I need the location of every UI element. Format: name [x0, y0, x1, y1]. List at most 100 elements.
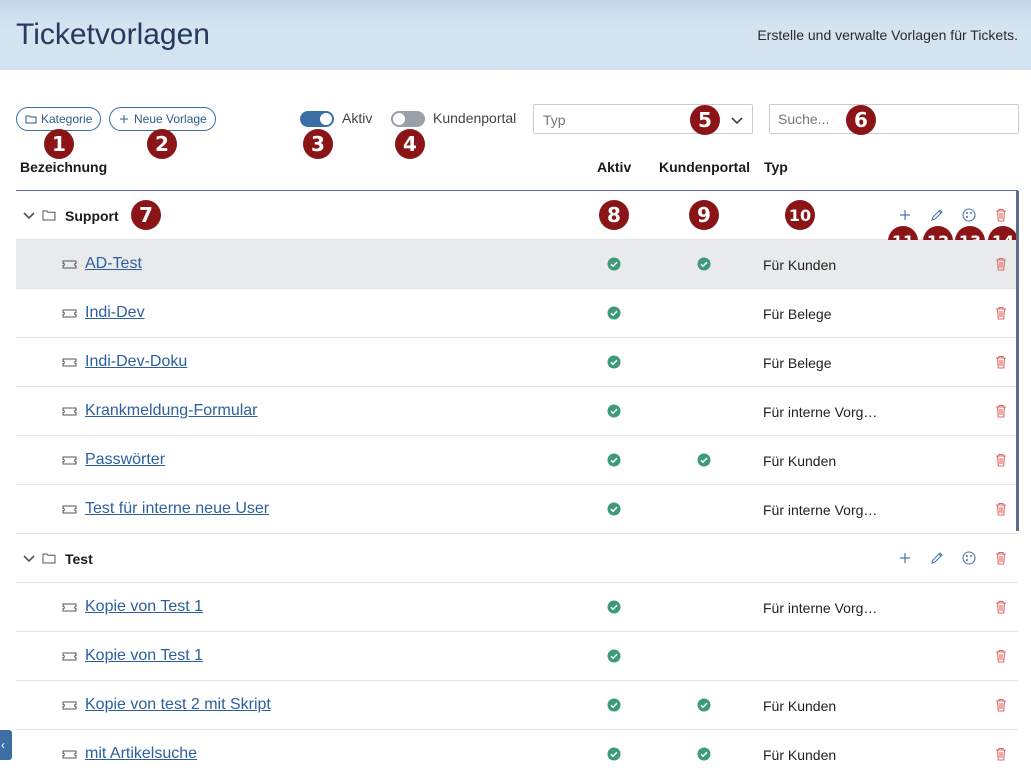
- search-input[interactable]: [769, 104, 1019, 134]
- neue-vorlage-button[interactable]: Neue Vorlage: [109, 107, 216, 131]
- trash-icon[interactable]: [993, 354, 1009, 370]
- trash-icon[interactable]: [993, 305, 1009, 321]
- aktiv-toggle-label: Aktiv: [342, 110, 373, 126]
- column-header-typ[interactable]: Typ: [764, 159, 788, 175]
- trash-icon[interactable]: [993, 697, 1009, 713]
- ticket-icon: [62, 652, 77, 661]
- toggle-knob: [393, 113, 405, 125]
- trash-icon[interactable]: [993, 599, 1009, 615]
- group-name: Test: [65, 551, 93, 567]
- ticket-icon: [62, 505, 77, 514]
- check-circle-icon: [697, 453, 711, 467]
- template-typ: Für Kunden: [763, 257, 837, 273]
- chevron-down-icon[interactable]: [22, 552, 36, 566]
- check-circle-icon: [697, 257, 711, 271]
- column-header-aktiv[interactable]: Aktiv: [597, 159, 631, 175]
- template-typ: Für Belege: [763, 355, 832, 371]
- check-circle-icon: [607, 747, 621, 761]
- column-header-kundenportal[interactable]: Kundenportal: [659, 159, 750, 175]
- add-template-icon[interactable]: [897, 550, 913, 566]
- template-typ: Für Kunden: [763, 698, 837, 714]
- template-row[interactable]: Passwörter Für Kunden: [16, 436, 1018, 485]
- folder-icon: [42, 553, 56, 564]
- page-subtitle: Erstelle und verwalte Vorlagen für Ticke…: [757, 27, 1018, 43]
- template-link[interactable]: AD-Test: [85, 255, 142, 273]
- trash-icon[interactable]: [993, 501, 1009, 517]
- template-row[interactable]: Krankmeldung-Formular Für interne Vorg…: [16, 387, 1018, 436]
- template-link[interactable]: Passwörter: [85, 451, 165, 469]
- template-link[interactable]: mit Artikelsuche: [85, 745, 197, 763]
- check-circle-icon: [607, 649, 621, 663]
- palette-icon[interactable]: [961, 207, 977, 223]
- template-link[interactable]: Kopie von Test 1: [85, 598, 203, 616]
- edit-pencil-icon[interactable]: [929, 207, 945, 223]
- palette-icon[interactable]: [961, 550, 977, 566]
- template-link[interactable]: Krankmeldung-Formular: [85, 402, 258, 420]
- typ-select-placeholder: Typ: [543, 112, 566, 128]
- chevron-down-icon[interactable]: [22, 209, 36, 223]
- check-circle-icon: [607, 404, 621, 418]
- column-header-bezeichnung[interactable]: Bezeichnung: [20, 159, 107, 175]
- group-name: Support: [65, 208, 119, 224]
- folder-plus-icon: [25, 115, 37, 124]
- annotation-badge: 1: [44, 129, 74, 159]
- template-typ: Für Belege: [763, 306, 832, 322]
- ticket-icon: [62, 701, 77, 710]
- trash-icon[interactable]: [993, 452, 1009, 468]
- annotation-badge: 7: [131, 200, 161, 230]
- trash-icon[interactable]: [993, 403, 1009, 419]
- template-row[interactable]: Indi-Dev-Doku Für Belege: [16, 338, 1018, 387]
- kategorie-button-label: Kategorie: [41, 112, 93, 126]
- aktiv-toggle[interactable]: [300, 111, 334, 127]
- ticket-icon: [62, 750, 77, 759]
- table-scrollbar[interactable]: [1016, 191, 1019, 531]
- group-row-support[interactable]: Support: [16, 191, 1018, 240]
- annotation-badge: 6: [846, 105, 876, 135]
- template-typ: Für interne Vorg…: [763, 404, 878, 420]
- neue-vorlage-button-label: Neue Vorlage: [134, 112, 207, 126]
- template-row[interactable]: Kopie von test 2 mit Skript Für Kunden: [16, 681, 1018, 730]
- check-circle-icon: [607, 306, 621, 320]
- template-row[interactable]: Indi-Dev Für Belege: [16, 289, 1018, 338]
- annotation-badge: 4: [395, 129, 425, 159]
- trash-icon[interactable]: [993, 550, 1009, 566]
- check-circle-icon: [607, 600, 621, 614]
- template-typ: Für Kunden: [763, 453, 837, 469]
- annotation-badge: 9: [689, 200, 719, 230]
- template-row[interactable]: mit Artikelsuche Für Kunden: [16, 730, 1018, 776]
- template-link[interactable]: Indi-Dev-Doku: [85, 353, 187, 371]
- template-row[interactable]: Test für interne neue User Für interne V…: [16, 485, 1018, 534]
- add-template-icon[interactable]: [897, 207, 913, 223]
- trash-icon[interactable]: [993, 746, 1009, 762]
- ticket-icon: [62, 407, 77, 416]
- template-link[interactable]: Kopie von test 2 mit Skript: [85, 696, 271, 714]
- template-link[interactable]: Kopie von Test 1: [85, 647, 203, 665]
- trash-icon[interactable]: [993, 207, 1009, 223]
- trash-icon[interactable]: [993, 256, 1009, 272]
- check-circle-icon: [607, 257, 621, 271]
- annotation-badge: 8: [599, 200, 629, 230]
- check-circle-icon: [697, 698, 711, 712]
- template-link[interactable]: Test für interne neue User: [85, 500, 269, 518]
- kundenportal-toggle[interactable]: [391, 111, 425, 127]
- template-row[interactable]: Kopie von Test 1: [16, 632, 1018, 681]
- toggle-knob: [320, 113, 332, 125]
- template-typ: Für interne Vorg…: [763, 600, 878, 616]
- chevron-down-icon: [731, 117, 743, 125]
- template-link[interactable]: Indi-Dev: [85, 304, 145, 322]
- group-row-test[interactable]: Test: [16, 534, 1018, 583]
- template-row[interactable]: Kopie von Test 1 Für interne Vorg…: [16, 583, 1018, 632]
- sidebar-collapse-tab[interactable]: ‹: [0, 730, 12, 760]
- ticket-icon: [62, 309, 77, 318]
- check-circle-icon: [697, 747, 711, 761]
- annotation-badge: 10: [785, 200, 815, 230]
- trash-icon[interactable]: [993, 648, 1009, 664]
- check-circle-icon: [607, 355, 621, 369]
- ticket-icon: [62, 260, 77, 269]
- edit-pencil-icon[interactable]: [929, 550, 945, 566]
- template-row[interactable]: AD-Test Für Kunden: [16, 240, 1018, 289]
- kategorie-button[interactable]: Kategorie: [16, 107, 102, 131]
- typ-select[interactable]: Typ: [533, 104, 753, 134]
- annotation-badge: 3: [303, 129, 333, 159]
- plus-icon: [120, 115, 128, 123]
